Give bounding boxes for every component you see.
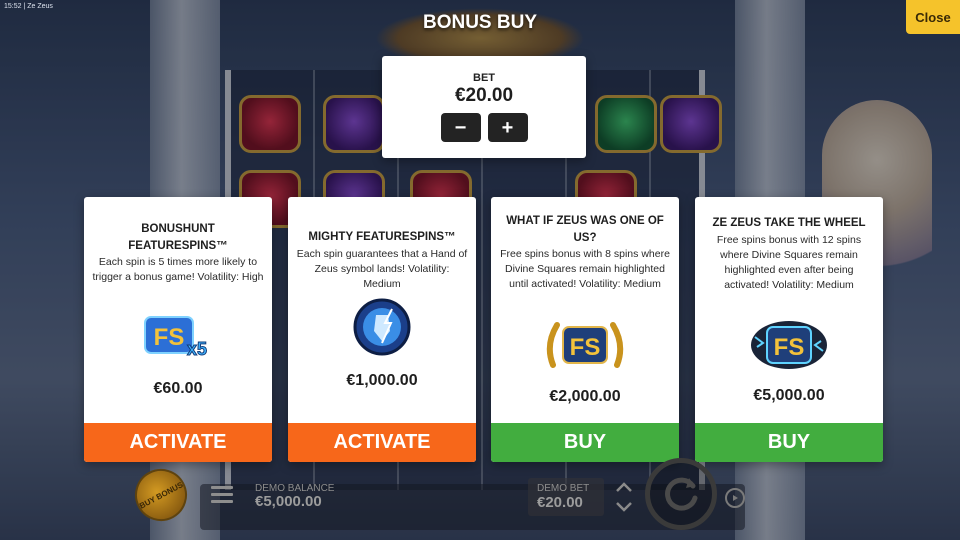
play-icon <box>733 495 738 501</box>
demo-bet-value: €20.00 <box>537 494 583 511</box>
bonus-card-bonushunt: BONUSHUNT FEATURESPINS™ Each spin is 5 t… <box>84 197 272 462</box>
bet-increase-button[interactable]: + <box>487 113 528 142</box>
svg-text:FS: FS <box>570 334 601 361</box>
demo-bet-display[interactable]: DEMO BET €20.00 <box>528 478 604 516</box>
status-clock: 15:52 | Ze Zeus <box>4 3 53 10</box>
fs-laurel-icon: FS <box>543 317 627 378</box>
chevron-up-icon[interactable] <box>615 480 633 494</box>
svg-text:FS: FS <box>154 324 185 351</box>
bet-controls: − + <box>382 113 586 142</box>
fs-lightning-cloud-icon: FS <box>747 317 831 378</box>
card-description: Each spin guarantees that a Hand of Zeus… <box>296 248 468 290</box>
bet-decrease-button[interactable]: − <box>440 113 481 142</box>
bonus-card-what-if-zeus: WHAT IF ZEUS WAS ONE OF US? Free spins b… <box>491 197 679 462</box>
card-description: Free spins bonus with 8 spins where Divi… <box>500 248 670 290</box>
card-description: Free spins bonus with 12 spins where Div… <box>716 234 862 291</box>
card-price: €2,000.00 <box>549 388 621 405</box>
card-title: WHAT IF ZEUS WAS ONE OF US? <box>506 215 664 244</box>
card-price: €60.00 <box>153 380 203 397</box>
bonus-card-take-the-wheel: ZE ZEUS TAKE THE WHEEL Free spins bonus … <box>695 197 883 462</box>
hand-of-zeus-icon <box>352 297 412 362</box>
autoplay-button[interactable] <box>725 488 745 508</box>
demo-bet-label: DEMO BET <box>537 483 590 494</box>
bet-panel: BET €20.00 − + <box>382 56 586 158</box>
card-title: ZE ZEUS TAKE THE WHEEL <box>712 217 866 229</box>
spin-button[interactable] <box>645 458 717 530</box>
card-price: €5,000.00 <box>753 387 825 404</box>
bet-label: BET <box>473 72 495 84</box>
card-title: MIGHTY FEATURESPINS™ <box>308 231 456 243</box>
svg-text:FS: FS <box>774 334 805 361</box>
activate-button[interactable]: ACTIVATE <box>84 423 272 462</box>
fs-x5-icon: FS x5 <box>141 309 215 368</box>
activate-button[interactable]: ACTIVATE <box>288 423 476 462</box>
card-description: Each spin is 5 times more likely to trig… <box>92 256 264 283</box>
close-button[interactable]: Close <box>906 0 960 34</box>
chevron-down-icon[interactable] <box>615 500 633 514</box>
card-title: BONUSHUNT FEATURESPINS™ <box>128 223 228 252</box>
spin-arrows-icon <box>665 477 698 511</box>
menu-icon[interactable] <box>211 486 233 504</box>
balance-value: €5,000.00 <box>255 493 322 510</box>
buy-button[interactable]: BUY <box>695 423 883 462</box>
svg-text:x5: x5 <box>187 339 207 359</box>
bet-value: €20.00 <box>454 85 514 106</box>
buy-button[interactable]: BUY <box>491 423 679 462</box>
bonus-card-mighty: MIGHTY FEATURESPINS™ Each spin guarantee… <box>288 197 476 462</box>
card-price: €1,000.00 <box>346 372 418 389</box>
page-title: BONUS BUY <box>422 12 537 33</box>
